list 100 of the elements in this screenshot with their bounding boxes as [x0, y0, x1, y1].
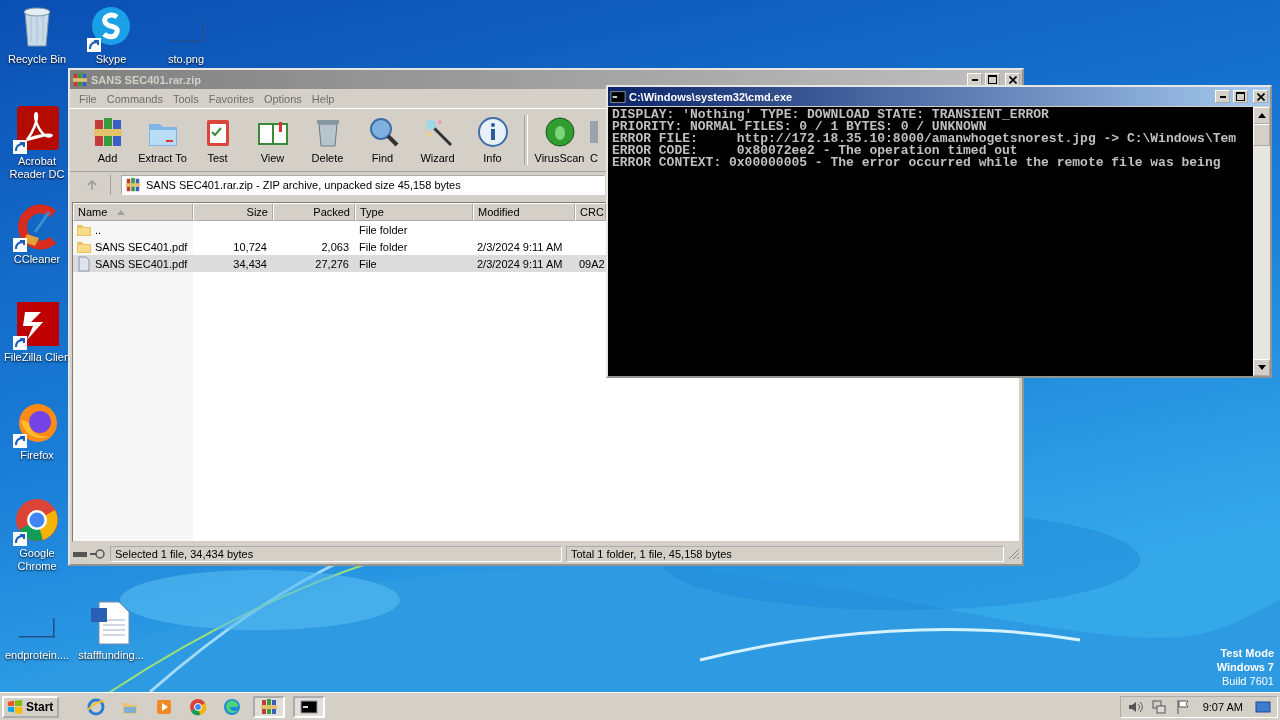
desktop-icon-label[interactable]: Acrobat Reader DC: [2, 155, 72, 181]
table-cell: 2,063: [321, 240, 349, 253]
table-cell: File: [359, 257, 377, 270]
clock[interactable]: 9:07 AM: [1202, 700, 1243, 713]
column-header[interactable]: Name: [73, 203, 193, 221]
console-line: DISPLAY: 'Nothing' TYPE: DOWNLOAD STATE: TRANSIENT_ERROR: [612, 109, 1050, 121]
test-mode-text: Build 7601: [1222, 674, 1274, 688]
close-icon: [1008, 75, 1017, 84]
archive-icon: [72, 71, 88, 88]
toolbar-button[interactable]: Find: [355, 111, 410, 169]
column-header[interactable]: Modified: [473, 203, 575, 221]
shortcut-arrow-icon: [13, 532, 27, 546]
terminal-icon: [610, 88, 626, 105]
status-text: Total 1 folder, 1 file, 45,158 bytes: [566, 546, 1004, 562]
status-text: Selected 1 file, 34,434 bytes: [110, 546, 562, 562]
minimize-button[interactable]: [1215, 90, 1230, 103]
toolbar-button[interactable]: Delete: [300, 111, 355, 169]
desktop-icon-label[interactable]: Google Chrome: [2, 547, 72, 573]
table-cell: 2/3/2024 9:11 AM: [477, 257, 563, 270]
shortcut-arrow-icon: [87, 38, 101, 52]
file-name: SANS SEC401.pdf: [95, 257, 188, 270]
bug-icon: [543, 116, 576, 148]
menu-item[interactable]: Options: [258, 92, 307, 105]
desktop-icon-label[interactable]: Skype: [95, 53, 127, 66]
start-button[interactable]: Start: [2, 695, 60, 718]
window-title: SANS SEC401.rar.zip: [91, 73, 202, 86]
shortcut-arrow-icon: [13, 140, 27, 154]
browser-icon: [87, 697, 106, 716]
toolbar-button[interactable]: VirusScan: [532, 111, 587, 169]
terminal-icon: [300, 697, 319, 716]
minimize-icon: [1219, 95, 1226, 98]
shortcut-arrow-icon: [13, 336, 27, 350]
sort-arrow-icon: [117, 209, 126, 215]
console-line: ERROR CONTEXT: 0x00000005 - The error occurred while the remote file was being: [612, 157, 1222, 169]
toolbar-button[interactable]: Add: [80, 111, 135, 169]
resize-grip-icon[interactable]: [1008, 548, 1020, 560]
table-cell: File folder: [359, 240, 408, 253]
browser-icon[interactable]: [13, 496, 61, 544]
test-mode-text: Test Mode: [1220, 646, 1274, 660]
maximize-button[interactable]: [1233, 90, 1248, 103]
test-mode-text: Windows 7: [1216, 660, 1274, 674]
browser-icon: [189, 697, 208, 716]
column-header[interactable]: Type: [355, 203, 473, 221]
maximize-icon: [988, 75, 997, 84]
column-header[interactable]: Size: [193, 203, 273, 221]
toolbar-button[interactable]: Info: [465, 111, 520, 169]
file-icon: [76, 255, 92, 272]
scroll-thumb[interactable]: [1253, 124, 1270, 146]
close-icon: [1256, 92, 1265, 101]
toolbar-button[interactable]: Wizard: [410, 111, 465, 169]
menu-item[interactable]: Commands: [101, 92, 168, 105]
table-cell: 10,724: [233, 240, 267, 253]
menu-item[interactable]: Tools: [168, 92, 204, 105]
console-line: ERROR CODE: 0x80072ee2 - The operation timed out: [612, 145, 1018, 157]
shortcut-arrow-icon: [13, 238, 27, 252]
toolbar-button[interactable]: Extract To: [135, 111, 190, 169]
table-cell: 2/3/2024 9:11 AM: [477, 240, 563, 253]
table-cell: 34,434: [233, 257, 267, 270]
flag-icon[interactable]: [1174, 698, 1191, 715]
windows-flag-icon: [6, 698, 24, 715]
desktop-icon-label[interactable]: Recycle Bin: [7, 53, 67, 66]
shortcut-arrow-icon: [13, 434, 27, 448]
window-title: C:\Windows\system32\cmd.exe: [629, 90, 793, 103]
media-player-icon: [155, 697, 174, 716]
table-cell: File folder: [359, 223, 408, 236]
path-field[interactable]: SANS SEC401.rar.zip - ZIP archive, unpacked size 45,158 bytes: [121, 175, 605, 195]
table-cell: 09A2: [579, 257, 605, 270]
file-name: ..: [95, 223, 102, 236]
show-desktop-icon[interactable]: [1255, 698, 1271, 715]
minimize-icon: [971, 78, 978, 81]
column-header[interactable]: Packed: [273, 203, 355, 221]
desktop-icon-label[interactable]: CCleaner: [13, 253, 61, 266]
network-icon[interactable]: [1150, 698, 1167, 715]
info-icon: [476, 116, 509, 148]
file-row[interactable]: .. File folder: [73, 221, 606, 238]
maximize-icon: [1236, 92, 1245, 101]
file-name: SANS SEC401.pdf: [95, 240, 188, 253]
archive-icon: [125, 177, 141, 193]
close-button[interactable]: [1253, 90, 1268, 103]
toolbar-button[interactable]: Test: [190, 111, 245, 169]
console-line: PRIORITY: NORMAL FILES: 0 / 1 BYTES: 0 / UNKNOWN: [612, 121, 987, 133]
scrollbar[interactable]: [1253, 107, 1270, 376]
console-line: ERROR FILE: http://172.18.35.10:8000/amanwhogetsnorest.jpg -> C:\Windows\Tem: [612, 133, 1238, 145]
scroll-up-icon[interactable]: [1257, 113, 1266, 118]
taskbar-button[interactable]: [293, 695, 326, 718]
toolbar-button[interactable]: View: [245, 111, 300, 169]
tool-icon: [590, 121, 598, 143]
file-row[interactable]: SANS SEC401.pdf 10,724 2,063 File folder 2/3/2024 9:11 AM: [73, 238, 606, 255]
file-row[interactable]: SANS SEC401.pdf 34,434 27,276 File 2/3/2024 9:11 AM 09A2: [73, 255, 606, 272]
table-cell: 27,276: [315, 257, 349, 270]
column-header[interactable]: CRC: [575, 203, 606, 221]
archive-icon: [260, 697, 279, 716]
toolbar-button[interactable]: C: [590, 111, 602, 169]
desktop-icon-label[interactable]: sto.png: [167, 53, 205, 66]
desktop-icon-label[interactable]: Firefox: [20, 449, 54, 462]
up-arrow-icon: [87, 179, 97, 191]
drive-key-icon: [72, 548, 106, 560]
browser-icon: [223, 697, 242, 716]
scroll-down-icon[interactable]: [1257, 365, 1266, 370]
books-icon: [91, 116, 124, 148]
